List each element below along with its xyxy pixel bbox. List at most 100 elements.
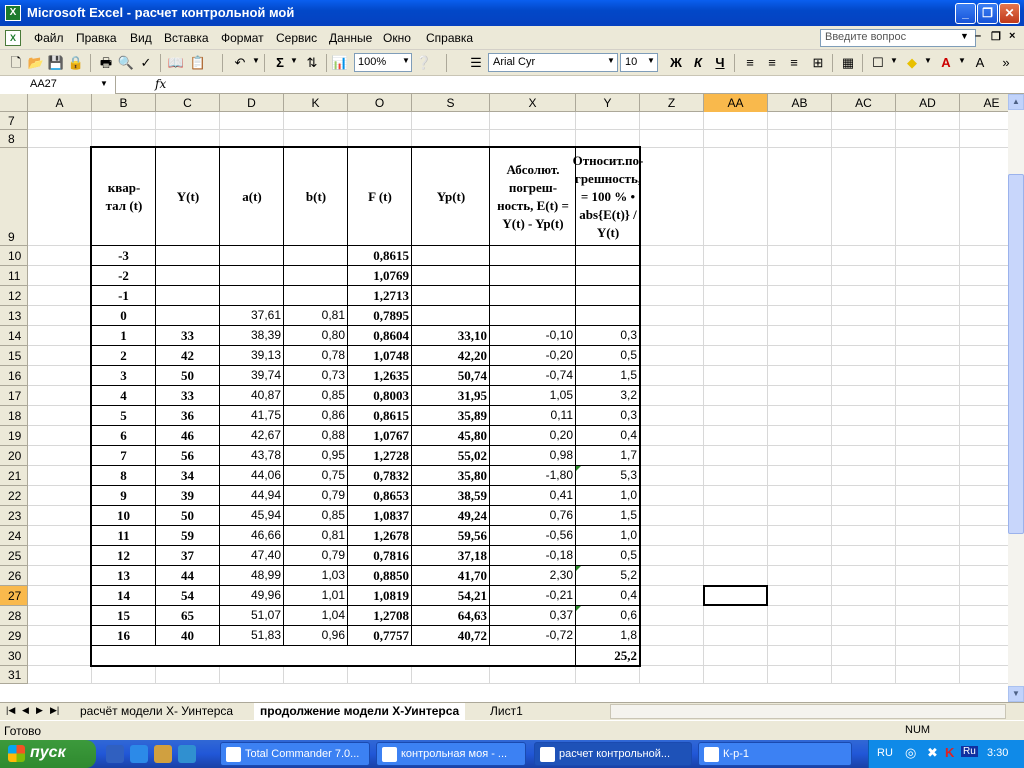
menu-item-8[interactable]: Справка <box>426 31 473 45</box>
row-header[interactable]: 30 <box>0 646 28 666</box>
table-cell[interactable]: 1,0769 <box>348 266 411 285</box>
table-cell[interactable]: 0,96 <box>284 626 347 645</box>
autosum-dropdown-icon[interactable]: ▼ <box>290 56 298 65</box>
function-icon[interactable]: fx <box>155 77 166 91</box>
table-cell[interactable] <box>490 306 575 325</box>
table-cell[interactable] <box>490 246 575 265</box>
table-cell[interactable]: 0,8615 <box>348 246 411 265</box>
table-cell[interactable]: 1,0748 <box>348 346 411 365</box>
table-cell[interactable]: 40,87 <box>220 386 283 405</box>
horizontal-scrollbar[interactable] <box>610 704 1006 719</box>
table-cell[interactable]: 2,30 <box>490 566 575 585</box>
toolbar-options-icon[interactable]: » <box>996 53 1016 73</box>
column-header[interactable]: K <box>284 94 348 112</box>
row-header[interactable]: 8 <box>0 130 28 148</box>
tray-icon[interactable]: ✖ <box>927 745 938 761</box>
table-cell[interactable]: 1,0 <box>576 486 639 505</box>
sheet-tab-active[interactable]: продолжение модели X-Уинтерса <box>254 703 466 720</box>
row-header[interactable]: 14 <box>0 326 28 346</box>
table-cell[interactable]: 50 <box>156 366 219 385</box>
table-cell[interactable]: 33,10 <box>412 326 489 345</box>
table-cell[interactable]: 0 <box>92 306 155 325</box>
doc-minimize-button[interactable]: – <box>975 30 981 42</box>
save-icon[interactable]: 💾 <box>46 53 66 73</box>
table-cell[interactable]: 5,3 <box>576 466 639 485</box>
task-button-active[interactable]: расчет контрольной... <box>534 742 692 766</box>
column-header[interactable]: B <box>92 94 156 112</box>
menu-item-5[interactable]: Сервис <box>276 31 317 45</box>
table-cell[interactable]: 4 <box>92 386 155 405</box>
menu-item-7[interactable]: Окно <box>383 31 411 45</box>
table-cell[interactable] <box>576 246 639 265</box>
permission-icon[interactable]: 🔒 <box>66 53 86 73</box>
tray-icon[interactable]: ◎ <box>905 745 916 761</box>
size-dropdown-icon[interactable]: ▼ <box>647 56 655 65</box>
table-cell[interactable]: 38,39 <box>220 326 283 345</box>
row-header[interactable]: 28 <box>0 606 28 626</box>
table-cell[interactable] <box>220 246 283 265</box>
research-icon[interactable]: 📖 <box>166 53 186 73</box>
table-cell[interactable]: 55,02 <box>412 446 489 465</box>
table-cell[interactable]: 0,4 <box>576 586 639 605</box>
table-cell[interactable]: 0,75 <box>284 466 347 485</box>
table-cell[interactable]: 56 <box>156 446 219 465</box>
table-cell[interactable] <box>412 286 489 305</box>
table-cell[interactable]: 9 <box>92 486 155 505</box>
table-cell[interactable]: 0,98 <box>490 446 575 465</box>
table-cell[interactable]: 0,7816 <box>348 546 411 565</box>
table-cell[interactable]: 15 <box>92 606 155 625</box>
table-cell[interactable]: 34 <box>156 466 219 485</box>
table-cell[interactable] <box>490 266 575 285</box>
print-icon[interactable]: 🖶 <box>96 53 116 73</box>
table-cell[interactable]: 41,75 <box>220 406 283 425</box>
table-cell[interactable]: 39 <box>156 486 219 505</box>
table-cell[interactable]: 12 <box>92 546 155 565</box>
row-header[interactable]: 13 <box>0 306 28 326</box>
table-cell[interactable]: 33 <box>156 326 219 345</box>
table-total-cell[interactable]: 25,2 <box>576 646 639 665</box>
table-cell[interactable]: 0,8604 <box>348 326 411 345</box>
table-cell[interactable]: 65 <box>156 606 219 625</box>
table-cell[interactable]: 3,2 <box>576 386 639 405</box>
table-cell[interactable]: 14 <box>92 586 155 605</box>
row-header[interactable]: 9 <box>0 148 28 246</box>
table-cell[interactable]: 59,56 <box>412 526 489 545</box>
start-button[interactable]: пуск <box>0 740 96 768</box>
table-cell[interactable]: 0,5 <box>576 346 639 365</box>
select-all-corner[interactable] <box>0 94 28 112</box>
autosum-icon[interactable]: Σ <box>270 53 290 73</box>
table-cell[interactable]: 44 <box>156 566 219 585</box>
table-cell[interactable] <box>220 286 283 305</box>
table-cell[interactable] <box>156 266 219 285</box>
column-header[interactable]: AD <box>896 94 960 112</box>
row-header[interactable]: 12 <box>0 286 28 306</box>
menu-item-3[interactable]: Вставка <box>164 31 209 45</box>
table-cell[interactable] <box>490 286 575 305</box>
chevron-down-icon[interactable]: ▼ <box>960 31 969 41</box>
sheet-tab[interactable]: Лист1 <box>484 703 529 720</box>
sort-ascending-icon[interactable]: ⇅ <box>302 53 322 73</box>
row-header[interactable]: 16 <box>0 366 28 386</box>
chart-wizard-icon[interactable]: 📊 <box>330 53 350 73</box>
row-header[interactable]: 21 <box>0 466 28 486</box>
borders-icon[interactable]: ☐ <box>868 53 888 73</box>
table-cell[interactable]: 44,06 <box>220 466 283 485</box>
table-cell[interactable]: 1,2728 <box>348 446 411 465</box>
new-icon[interactable]: 🗋 <box>6 53 26 73</box>
table-cell[interactable]: -1 <box>92 286 155 305</box>
row-header[interactable]: 7 <box>0 112 28 130</box>
table-cell[interactable]: 0,88 <box>284 426 347 445</box>
table-cell[interactable]: 1,2708 <box>348 606 411 625</box>
table-cell[interactable]: 0,86 <box>284 406 347 425</box>
column-header[interactable]: C <box>156 94 220 112</box>
table-cell[interactable]: 39,13 <box>220 346 283 365</box>
spelling-icon[interactable]: ✓ <box>136 53 156 73</box>
menu-item-4[interactable]: Формат <box>221 31 264 45</box>
ie-icon[interactable] <box>130 745 148 763</box>
last-sheet-icon[interactable]: ▶| <box>50 705 59 716</box>
column-header[interactable]: D <box>220 94 284 112</box>
sheet-tab[interactable]: расчёт модели X- Уинтерса <box>74 703 240 720</box>
scroll-down-icon[interactable]: ▼ <box>1008 686 1024 702</box>
table-cell[interactable]: 0,79 <box>284 546 347 565</box>
table-cell[interactable]: 1,7 <box>576 446 639 465</box>
